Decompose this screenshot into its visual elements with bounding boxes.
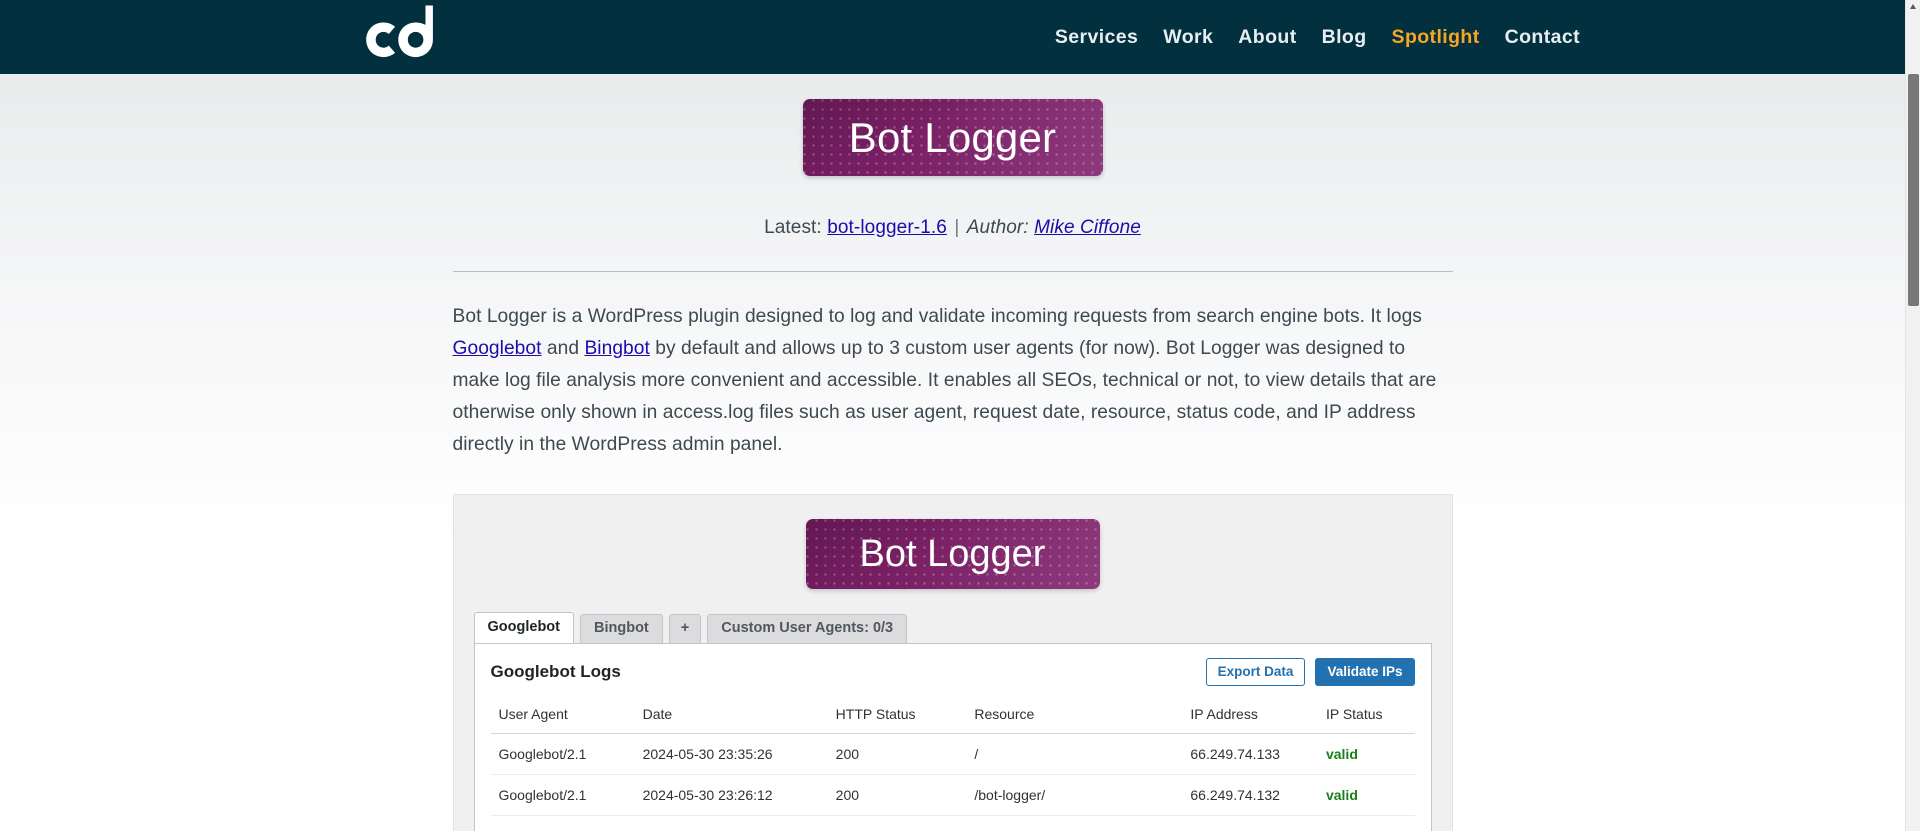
site-header: Services Work About Blog Spotlight Conta… bbox=[0, 0, 1905, 74]
cell-user-agent: Googlebot/2.1 bbox=[490, 815, 635, 831]
cell-resource: /bot-logger/ bbox=[966, 815, 1183, 831]
nav-link-about[interactable]: About bbox=[1238, 26, 1296, 49]
page-scrollbar-thumb[interactable] bbox=[1908, 74, 1919, 306]
cell-date: 2024-05-30 23:35:26 bbox=[634, 733, 828, 775]
plugin-description: Bot Logger is a WordPress plugin designe… bbox=[453, 301, 1453, 461]
tab-add-user-agent-button[interactable]: + bbox=[668, 614, 702, 643]
bingbot-link[interactable]: Bingbot bbox=[584, 338, 649, 359]
plugin-meta-line: Latest: bot-logger-1.6 | Author: Mike Ci… bbox=[0, 217, 1905, 239]
table-body: Googlebot/2.1 2024-05-30 23:35:26 200 / … bbox=[490, 733, 1415, 831]
cell-ip-status: valid bbox=[1317, 774, 1415, 816]
column-header-user-agent[interactable]: User Agent bbox=[490, 700, 635, 734]
cell-ip-address: 66.249.74.132 bbox=[1182, 774, 1318, 816]
author-label: Author: bbox=[966, 217, 1029, 238]
tab-custom-user-agents-counter[interactable]: Custom User Agents: 0/3 bbox=[707, 614, 908, 643]
log-action-buttons: Export Data Validate IPs bbox=[1205, 658, 1415, 686]
bot-log-table: User Agent Date HTTP Status Resource IP … bbox=[490, 700, 1415, 831]
cell-date: 2024-05-30 23:26:12 bbox=[634, 774, 828, 816]
hero-banner-container: Bot Logger bbox=[0, 74, 1905, 176]
cell-user-agent: Googlebot/2.1 bbox=[490, 774, 635, 816]
plugin-logo-banner: Bot Logger bbox=[805, 519, 1100, 589]
table-row: Googlebot/2.1 2024-05-30 22:46:10 200 /b… bbox=[490, 815, 1415, 831]
cell-resource: / bbox=[966, 733, 1183, 775]
cell-user-agent: Googlebot/2.1 bbox=[490, 733, 635, 775]
main-navigation: Services Work About Blog Spotlight Conta… bbox=[1055, 0, 1580, 74]
description-part-1: Bot Logger is a WordPress plugin designe… bbox=[452, 306, 1422, 327]
latest-version-link[interactable]: bot-logger-1.6 bbox=[827, 217, 947, 238]
cell-date: 2024-05-30 22:46:10 bbox=[634, 815, 828, 831]
tab-bingbot[interactable]: Bingbot bbox=[580, 614, 663, 643]
table-row: Googlebot/2.1 2024-05-30 23:35:26 200 / … bbox=[490, 733, 1415, 775]
nav-link-contact[interactable]: Contact bbox=[1505, 26, 1580, 49]
column-header-http-status[interactable]: HTTP Status bbox=[827, 700, 967, 734]
nav-link-work[interactable]: Work bbox=[1163, 26, 1213, 49]
page-title: Bot Logger bbox=[848, 113, 1057, 161]
cell-http-status: 200 bbox=[827, 774, 967, 816]
cell-ip-address: 66.249.74.133 bbox=[1182, 733, 1318, 775]
column-header-ip-address[interactable]: IP Address bbox=[1182, 700, 1318, 734]
nav-link-services[interactable]: Services bbox=[1055, 26, 1138, 49]
cell-ip-address: 66.249.74.133 bbox=[1182, 815, 1318, 831]
cd-wordmark-logo[interactable] bbox=[349, 3, 457, 71]
column-header-resource[interactable]: Resource bbox=[966, 700, 1183, 734]
plugin-logo-text: Bot Logger bbox=[859, 533, 1046, 575]
page-title-banner: Bot Logger bbox=[802, 99, 1103, 176]
cell-resource: /bot-logger/ bbox=[966, 774, 1183, 816]
plugin-tab-bar: Googlebot Bingbot + Custom User Agents: … bbox=[454, 612, 1452, 643]
log-section-title: Googlebot Logs bbox=[490, 662, 621, 681]
column-header-date[interactable]: Date bbox=[634, 700, 828, 734]
author-link[interactable]: Mike Ciffone bbox=[1034, 217, 1141, 238]
validate-ips-button[interactable]: Validate IPs bbox=[1315, 658, 1415, 686]
table-row: Googlebot/2.1 2024-05-30 23:26:12 200 /b… bbox=[490, 774, 1415, 816]
scroll-up-arrow-icon[interactable] bbox=[1910, 4, 1916, 9]
cell-ip-status: valid bbox=[1317, 733, 1415, 775]
plugin-screenshot-panel: Bot Logger Googlebot Bingbot + Custom Us… bbox=[452, 494, 1453, 831]
googlebot-link[interactable]: Googlebot bbox=[453, 338, 542, 359]
description-part-2: and bbox=[541, 338, 585, 359]
cell-http-status: 200 bbox=[827, 733, 967, 775]
main-content: Bot Logger Latest: bot-logger-1.6 | Auth… bbox=[0, 74, 1905, 831]
table-header-row: User Agent Date HTTP Status Resource IP … bbox=[490, 700, 1415, 734]
cell-http-status: 200 bbox=[827, 815, 967, 831]
meta-separator: | bbox=[954, 217, 960, 238]
section-divider bbox=[452, 271, 1453, 272]
export-data-button[interactable]: Export Data bbox=[1205, 658, 1306, 686]
log-card: Googlebot Logs Export Data Validate IPs … bbox=[473, 643, 1432, 831]
page-scrollbar-track[interactable] bbox=[1905, 0, 1920, 831]
column-header-ip-status[interactable]: IP Status bbox=[1317, 700, 1415, 734]
log-card-header: Googlebot Logs Export Data Validate IPs bbox=[491, 658, 1415, 700]
plugin-banner-container: Bot Logger bbox=[454, 519, 1452, 612]
nav-link-blog[interactable]: Blog bbox=[1322, 26, 1367, 49]
tab-googlebot[interactable]: Googlebot bbox=[473, 612, 574, 643]
nav-link-spotlight[interactable]: Spotlight bbox=[1392, 26, 1480, 49]
latest-label: Latest: bbox=[764, 217, 822, 238]
table-header: User Agent Date HTTP Status Resource IP … bbox=[490, 700, 1415, 734]
cell-ip-status: valid bbox=[1317, 815, 1415, 831]
